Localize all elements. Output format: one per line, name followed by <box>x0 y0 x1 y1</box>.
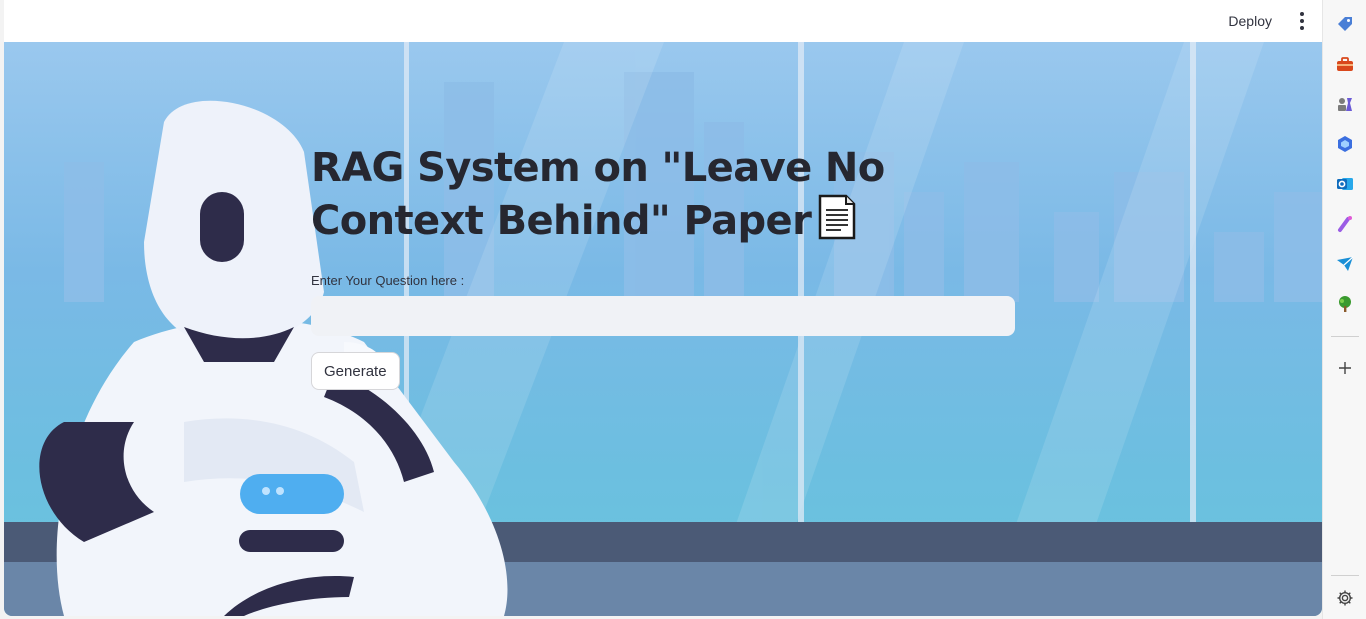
copilot-icon[interactable] <box>1335 134 1355 154</box>
main-content: RAG System on "Leave No Context Behind" … <box>311 142 1016 390</box>
toolbox-icon[interactable] <box>1335 54 1355 74</box>
page-title-text: RAG System on "Leave No Context Behind" … <box>311 145 885 244</box>
document-icon <box>817 194 857 253</box>
plus-icon[interactable] <box>1335 358 1355 378</box>
gear-icon[interactable] <box>1335 588 1355 608</box>
generate-button[interactable]: Generate <box>311 352 400 390</box>
sidebar-divider <box>1331 575 1359 576</box>
app-header: Deploy <box>4 0 1322 42</box>
question-input[interactable] <box>311 296 1015 336</box>
main-area: RAG System on "Leave No Context Behind" … <box>4 42 1322 616</box>
tree-icon[interactable] <box>1335 294 1355 314</box>
send-icon[interactable] <box>1335 254 1355 274</box>
magnet-icon[interactable] <box>1335 214 1355 234</box>
outlook-icon[interactable] <box>1335 174 1355 194</box>
question-label: Enter Your Question here : <box>311 273 465 288</box>
chess-icon[interactable] <box>1335 94 1355 114</box>
tag-icon[interactable] <box>1335 14 1355 34</box>
kebab-menu-icon[interactable] <box>1298 10 1306 32</box>
browser-sidebar <box>1322 0 1366 619</box>
sidebar-divider <box>1331 336 1359 337</box>
page-title: RAG System on "Leave No Context Behind" … <box>311 142 1016 253</box>
streamlit-app: Deploy RAG System on "Leave No Context B… <box>4 0 1322 616</box>
deploy-button[interactable]: Deploy <box>1228 10 1272 32</box>
